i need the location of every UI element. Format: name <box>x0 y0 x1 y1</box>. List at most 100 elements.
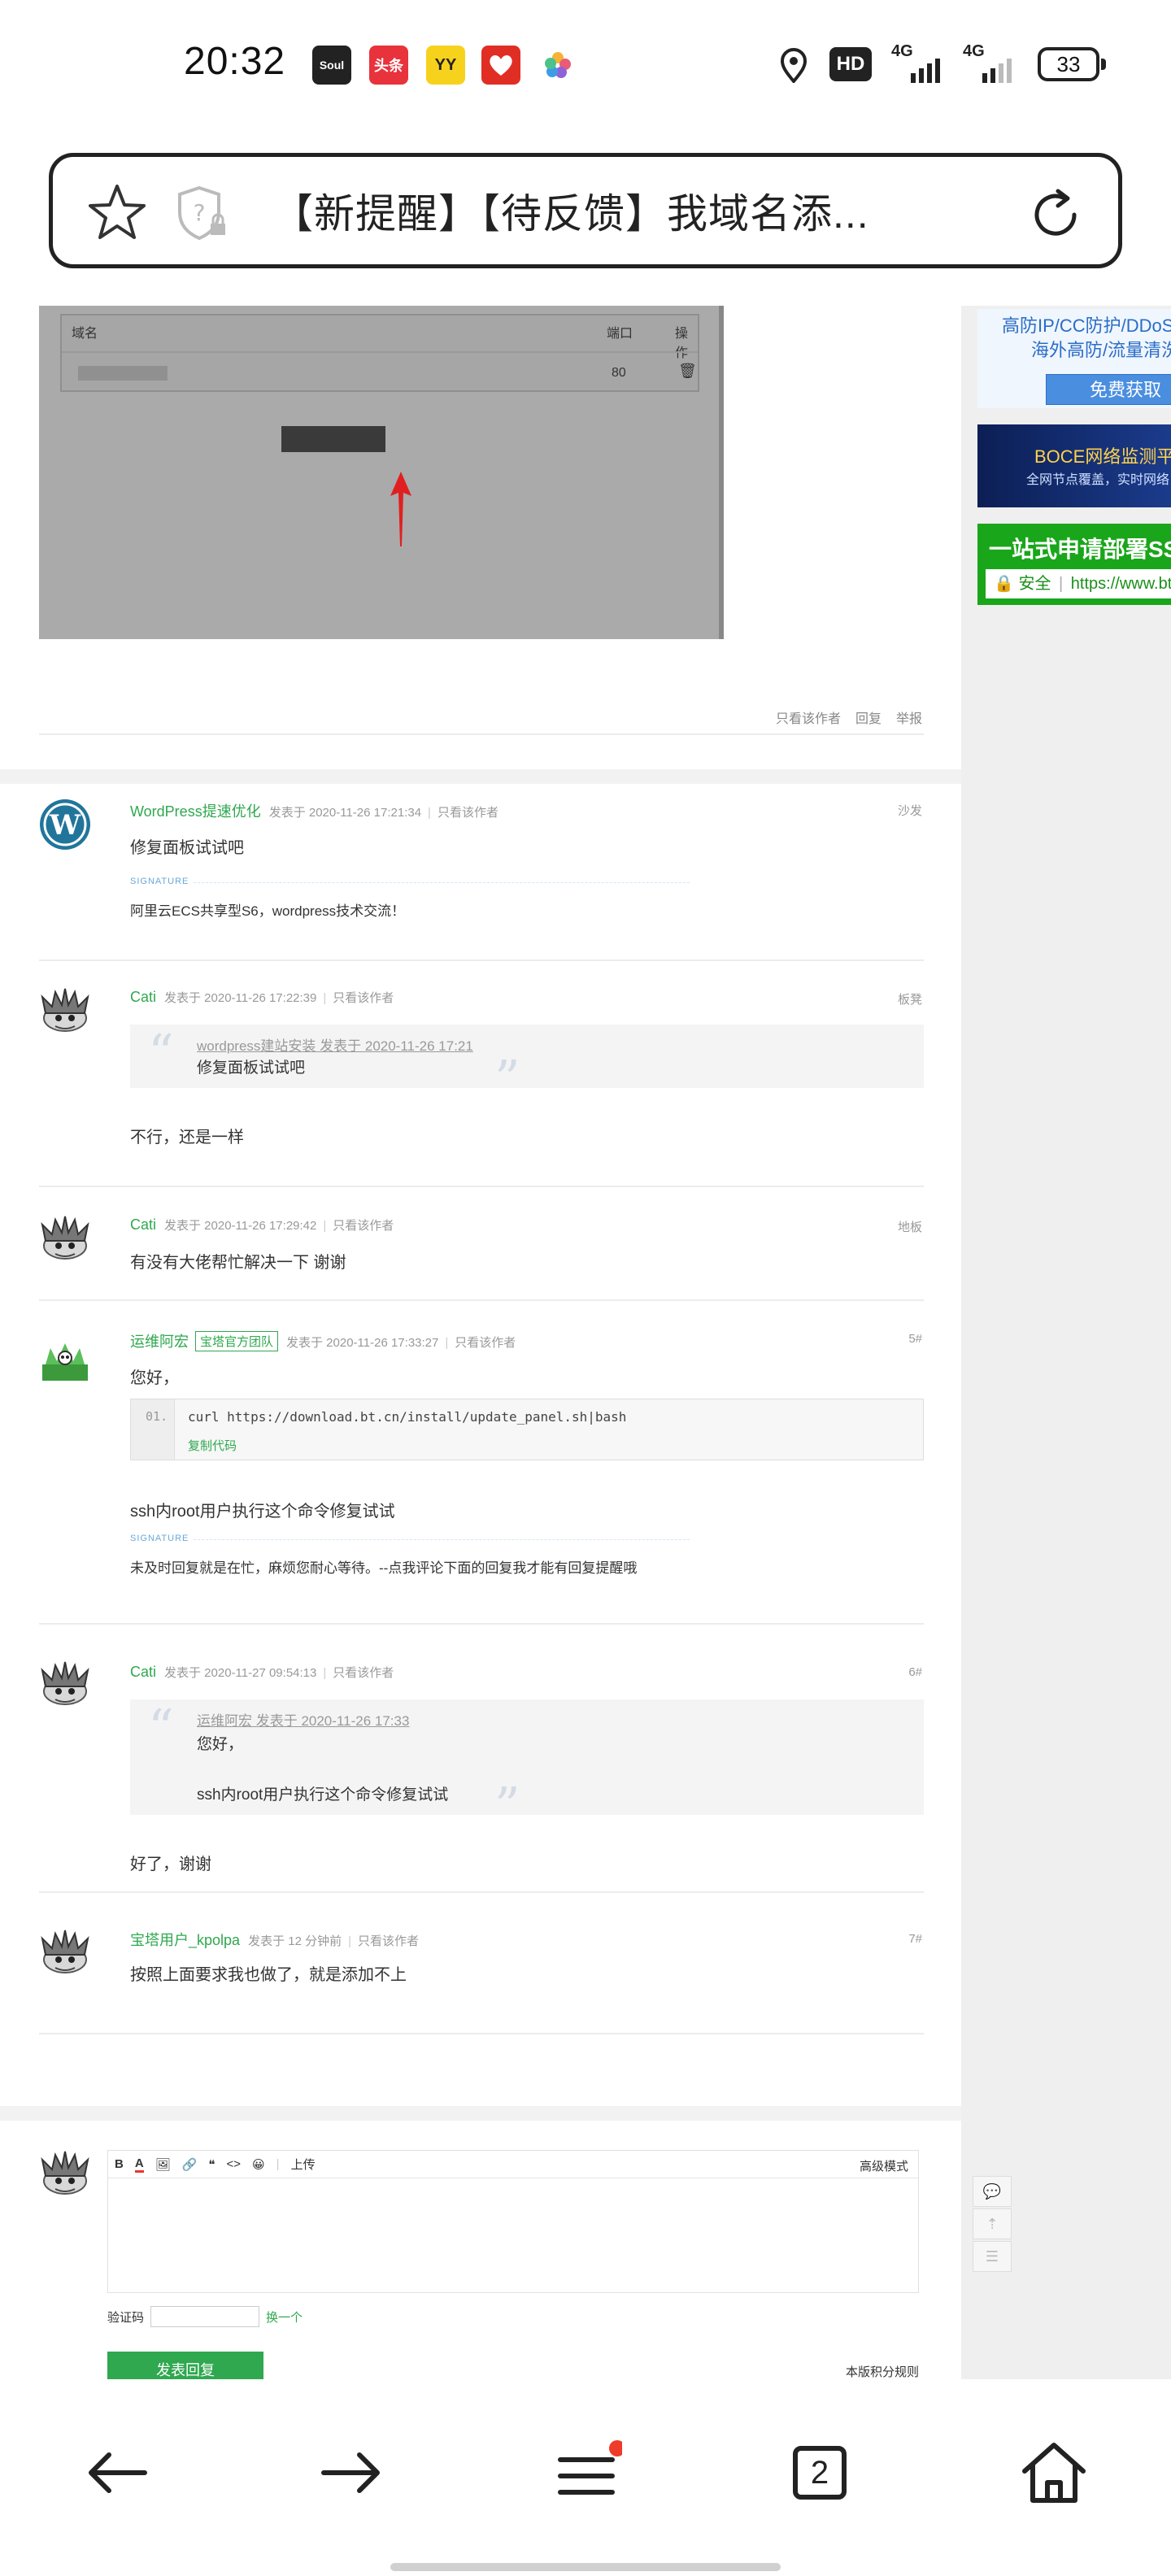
only-author-link[interactable]: 只看该作者 <box>358 1934 419 1948</box>
upload-button[interactable]: 上传 <box>291 2156 316 2173</box>
author-name[interactable]: Cati <box>130 989 156 1005</box>
floor-label[interactable]: 沙发 <box>898 802 922 819</box>
ad-ssl-secure: 安全 <box>1018 575 1051 593</box>
floor-label[interactable]: 板凳 <box>898 990 922 1007</box>
post-content: 好了，谢谢 <box>130 1856 211 1873</box>
reply-post: Cati 发表于 2020-11-26 17:22:39 | 只看该作者 板凳 “ w… <box>0 976 961 1203</box>
list-icon[interactable]: ☰ <box>973 2241 1012 2272</box>
divider <box>39 1891 924 1893</box>
avatar[interactable] <box>39 986 91 1038</box>
avatar[interactable] <box>39 1213 91 1265</box>
reply-post: W WordPress提速优化 发表于 2020-11-26 17:21:34 | 只… <box>0 784 961 976</box>
quote-text: 您好， <box>197 1736 244 1753</box>
post-content: 有没有大佬帮忙解决一下 谢谢 <box>130 1254 346 1272</box>
refresh-icon[interactable] <box>1025 185 1086 245</box>
quote-source[interactable]: wordpress建站安装 发表于 2020-11-26 17:21 <box>197 1034 473 1055</box>
code-line[interactable]: curl https://download.bt.cn/install/upda… <box>188 1409 626 1425</box>
only-author-link[interactable]: 只看该作者 <box>333 1666 394 1680</box>
quote-open-icon: “ <box>148 1698 174 1757</box>
site-security-icon[interactable]: ? <box>176 185 229 242</box>
author-name[interactable]: 宝塔用户_kpolpa <box>130 1932 240 1948</box>
ad-ssl-url: https://www.bt <box>1070 575 1171 593</box>
divider <box>39 1623 924 1625</box>
reply-link[interactable]: 回复 <box>855 707 882 727</box>
avatar[interactable] <box>39 1659 91 1711</box>
home-button[interactable] <box>1013 2428 1095 2517</box>
tabs-button[interactable]: 2 <box>779 2428 860 2517</box>
floor-label[interactable]: 5# <box>908 1332 922 1346</box>
image-icon[interactable]: 🖼 <box>155 2157 171 2172</box>
back-button[interactable] <box>76 2428 158 2517</box>
signal-2-icon <box>982 59 1012 83</box>
ad-ssl-title: 一站式申请部署SSL <box>989 537 1171 562</box>
author-name[interactable]: Cati <box>130 1216 156 1233</box>
ad-ssl[interactable]: 一站式申请部署SSL 🔒 安全 | https://www.bt <box>977 524 1171 605</box>
captcha-refresh-link[interactable]: 换一个 <box>266 2308 303 2326</box>
submit-reply-button[interactable]: 发表回复 <box>107 2352 263 2379</box>
avatar <box>41 2151 89 2195</box>
link-icon[interactable]: 🔗 <box>182 2157 198 2172</box>
bookmark-star-icon[interactable] <box>87 183 147 242</box>
ad-ssl-url-bar: 🔒 安全 | https://www.bt <box>986 569 1171 598</box>
report-link[interactable]: 举报 <box>896 707 922 727</box>
floating-tools: 💬 ⇡ ☰ <box>973 2176 1012 2274</box>
post-author-row: 宝塔用户_kpolpa 发表于 12 分钟前 | 只看该作者 <box>130 1929 419 1950</box>
avatar[interactable] <box>39 1927 91 1979</box>
only-author-link[interactable]: 只看该作者 <box>437 806 498 820</box>
code-icon[interactable]: <> <box>227 2157 242 2171</box>
attached-screenshot[interactable]: 域名 端口 操作 80 🗑 <box>39 306 724 639</box>
font-color-button[interactable]: A <box>134 2156 144 2173</box>
soul-app-icon: Soul <box>312 46 351 85</box>
author-name[interactable]: 运维阿宏 <box>130 1334 189 1350</box>
ad-boce-monitor[interactable]: BOCE网络监测平台 全网节点覆盖，实时网络 <box>977 424 1171 507</box>
avatar[interactable]: W <box>39 798 91 851</box>
screenshot-dark-button <box>281 426 385 452</box>
avatar[interactable] <box>39 1334 91 1386</box>
forward-button[interactable] <box>311 2428 392 2517</box>
first-post: 域名 端口 操作 80 🗑 只看该作者 回复 举报 <box>0 306 961 769</box>
only-author-link[interactable]: 只看该作者 <box>333 1219 394 1233</box>
quote-open-icon: “ <box>148 1023 174 1082</box>
only-author-link[interactable]: 只看该作者 <box>333 991 394 1005</box>
back-to-top-icon[interactable]: ⇡ <box>973 2208 1012 2239</box>
copy-code-link[interactable]: 复制代码 <box>188 1437 237 1454</box>
menu-button[interactable] <box>545 2428 626 2517</box>
floor-label[interactable]: 7# <box>908 1932 922 1946</box>
quote-block: “ 运维阿宏 发表于 2020-11-26 17:33 您好， ssh内root… <box>130 1698 924 1831</box>
svg-text:?: ? <box>194 199 206 226</box>
author-name[interactable]: WordPress提速优化 <box>130 803 261 820</box>
screenshot-blurred-domain <box>78 366 168 381</box>
signature-text[interactable]: 未及时回复就是在忙，麻烦您耐心等待。--点我评论下面的回复我才能有回复提醒哦 <box>130 1556 637 1577</box>
emoji-icon[interactable]: 😀 <box>252 2157 265 2172</box>
post-author-row: WordPress提速优化 发表于 2020-11-26 17:21:34 | 只看该… <box>130 800 498 821</box>
bold-button[interactable]: B <box>115 2157 124 2171</box>
address-bar[interactable]: ? 【新提醒】【待反馈】我域名添... <box>49 153 1122 268</box>
only-author-link[interactable]: 只看该作者 <box>776 707 841 727</box>
board-rules-link[interactable]: 本版积分规则 <box>846 2363 919 2379</box>
ad-free-get-button[interactable]: 免费获取 <box>1046 374 1171 405</box>
author-name[interactable]: Cati <box>130 1664 156 1680</box>
only-author-link[interactable]: 只看该作者 <box>455 1336 516 1350</box>
advanced-mode-link[interactable]: 高级模式 <box>860 2157 908 2174</box>
home-indicator[interactable] <box>390 2563 781 2571</box>
toolbar-separator: | <box>276 2157 280 2171</box>
post-time: 发表于 2020-11-26 17:22:39 <box>164 991 317 1005</box>
floor-label[interactable]: 地板 <box>898 1218 922 1235</box>
post-content-2: ssh内root用户执行这个命令修复试试 <box>130 1503 395 1521</box>
post-author-row: Cati 发表于 2020-11-27 09:54:13 | 只看该作者 <box>130 1664 394 1681</box>
browser-bottom-nav: 2 <box>0 2379 1171 2576</box>
post-author-row: Cati 发表于 2020-11-26 17:22:39 | 只看该作者 <box>130 989 394 1006</box>
divider <box>39 733 924 735</box>
reply-textarea[interactable]: B A 🖼 🔗 ❝ <> 😀 | 上传 高级模式 <box>107 2150 919 2293</box>
code-line-number: 01. <box>131 1399 175 1460</box>
captcha-label: 验证码 <box>107 2310 145 2325</box>
page-title[interactable]: 【新提醒】【待反馈】我域名添... <box>272 181 869 240</box>
floor-label[interactable]: 6# <box>908 1665 922 1679</box>
comment-icon[interactable]: 💬 <box>973 2176 1012 2207</box>
post-time: 发表于 2020-11-26 17:29:42 <box>164 1219 317 1233</box>
post-content: 您好， <box>130 1369 179 1387</box>
captcha-input[interactable] <box>150 2306 260 2327</box>
quote-icon[interactable]: ❝ <box>208 2157 215 2172</box>
ad-ddos-protection[interactable]: 高防IP/CC防护/DDoS 海外高防/流量清洗 免费获取 <box>977 309 1171 408</box>
quote-source[interactable]: 运维阿宏 发表于 2020-11-26 17:33 <box>197 1709 409 1730</box>
